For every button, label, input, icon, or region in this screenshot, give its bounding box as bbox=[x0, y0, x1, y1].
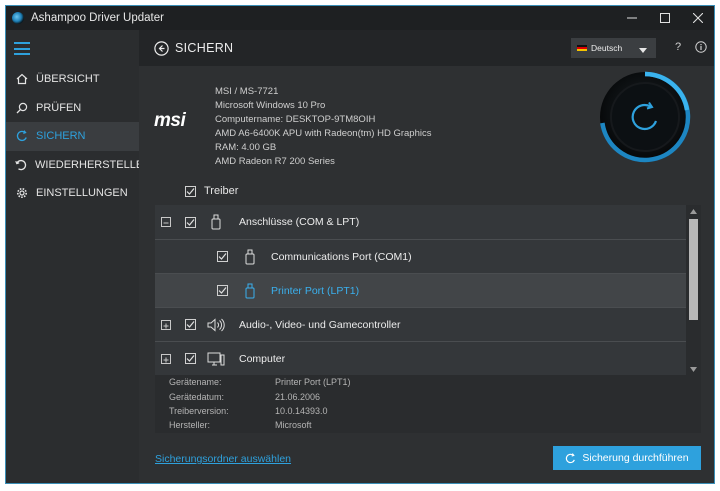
app-window: Ashampoo Driver Updater ÜBERSICHT PRÜFEN… bbox=[5, 5, 715, 484]
info-icon[interactable] bbox=[694, 40, 708, 54]
sidebar-item-label: ÜBERSICHT bbox=[36, 73, 100, 86]
tree-row-computer[interactable]: Computer bbox=[155, 341, 686, 375]
tree-row-label: Computer bbox=[239, 352, 286, 365]
row-checkbox[interactable] bbox=[185, 216, 196, 228]
sidebar-item-wiederherstellen[interactable]: WIEDERHERSTELLEN bbox=[6, 151, 151, 180]
svg-text:msi: msi bbox=[154, 110, 186, 130]
search-icon bbox=[15, 101, 28, 114]
tree-row-label: Audio-, Video- und Gamecontroller bbox=[239, 318, 401, 331]
home-icon bbox=[15, 73, 28, 86]
minimize-icon[interactable] bbox=[615, 6, 648, 30]
detail-value: Microsoft bbox=[275, 420, 312, 430]
language-select[interactable]: Deutsch bbox=[571, 38, 656, 58]
language-label: Deutsch bbox=[591, 43, 623, 53]
msi-logo: msi bbox=[154, 110, 187, 130]
tree-row-label: Communications Port (COM1) bbox=[271, 250, 412, 263]
app-title: Ashampoo Driver Updater bbox=[31, 12, 164, 24]
sidebar-item-uebersicht[interactable]: ÜBERSICHT bbox=[6, 65, 139, 94]
scroll-down-icon[interactable] bbox=[686, 363, 701, 375]
speaker-icon bbox=[207, 316, 225, 334]
system-computer-name: Computername: DESKTOP-9TM8OIH bbox=[215, 114, 376, 126]
detail-key: Gerätename: bbox=[169, 377, 222, 387]
tree-rows: Anschlüsse (COM & LPT) Communications Po… bbox=[155, 205, 686, 375]
detail-key: Gerätedatum: bbox=[169, 392, 225, 402]
sidebar-item-sichern[interactable]: SICHERN bbox=[6, 122, 139, 151]
chevron-down-icon bbox=[639, 45, 647, 57]
scrollbar-thumb[interactable] bbox=[689, 219, 698, 320]
hamburger-icon[interactable] bbox=[14, 42, 30, 55]
row-checkbox[interactable] bbox=[217, 285, 228, 296]
driver-tree: Treiber Anschlüsse (COM & LPT) Communica… bbox=[155, 177, 701, 375]
system-model: MSI / MS-7721 bbox=[215, 86, 279, 97]
detail-device-date: Gerätedatum: 21.06.2006 bbox=[169, 392, 320, 402]
page-title: SICHERN bbox=[175, 41, 234, 55]
sidebar-item-einstellungen[interactable]: EINSTELLUNGEN bbox=[6, 179, 139, 208]
maximize-icon[interactable] bbox=[648, 6, 681, 30]
tree-row-label: Anschlüsse (COM & LPT) bbox=[239, 216, 360, 228]
sidebar-nav: ÜBERSICHT PRÜFEN SICHERN WIEDERHERSTELLE… bbox=[6, 65, 151, 208]
sidebar-item-label: PRÜFEN bbox=[36, 101, 82, 114]
detail-key: Hersteller: bbox=[169, 420, 211, 430]
detail-value: 21.06.2006 bbox=[275, 392, 321, 402]
gear-icon bbox=[15, 187, 28, 200]
help-glyph: ? bbox=[674, 41, 682, 53]
driver-details-panel: Gerätename: Printer Port (LPT1) Geräteda… bbox=[155, 375, 701, 433]
detail-key: Treiberversion: bbox=[169, 406, 229, 416]
system-gpu: AMD Radeon R7 200 Series bbox=[215, 156, 335, 168]
restore-icon bbox=[15, 158, 27, 171]
select-backup-folder-link[interactable]: Sicherungsordner auswählen bbox=[155, 453, 291, 465]
back-arrow-icon[interactable] bbox=[154, 40, 169, 56]
detail-driver-version: Treiberversion: 10.0.14393.0 bbox=[169, 406, 328, 416]
usb-device-icon bbox=[207, 213, 225, 231]
select-all-checkbox[interactable] bbox=[185, 185, 196, 197]
tree-row-audio[interactable]: Audio-, Video- und Gamecontroller bbox=[155, 307, 686, 341]
run-backup-button[interactable]: Sicherung durchführen bbox=[553, 446, 701, 470]
german-flag-icon bbox=[577, 44, 587, 52]
detail-value: 10.0.14393.0 bbox=[275, 406, 328, 416]
detail-device-name: Gerätename: Printer Port (LPT1) bbox=[169, 377, 351, 387]
tree-row-lpt1[interactable]: Printer Port (LPT1) bbox=[155, 273, 686, 307]
help-icon[interactable]: ? bbox=[671, 40, 685, 54]
detail-value: Printer Port (LPT1) bbox=[275, 377, 351, 387]
window-controls bbox=[615, 6, 714, 30]
title-bar: Ashampoo Driver Updater bbox=[6, 6, 714, 30]
system-cpu: AMD A6-6400K APU with Radeon(tm) HD Grap… bbox=[215, 128, 432, 140]
collapse-icon[interactable] bbox=[161, 217, 171, 227]
tree-row-com1[interactable]: Communications Port (COM1) bbox=[155, 239, 686, 273]
system-info-lines: MSI / MS-7721 Microsoft Windows 10 Pro C… bbox=[215, 85, 431, 170]
computer-icon bbox=[207, 350, 225, 368]
sidebar-item-label: EINSTELLUNGEN bbox=[36, 187, 128, 200]
usb-device-icon bbox=[241, 282, 259, 300]
tree-row-label: Printer Port (LPT1) bbox=[271, 284, 360, 297]
main-content: SICHERN Deutsch ? msi MSI / MS-7721 Micr… bbox=[139, 30, 714, 483]
tree-scrollbar[interactable] bbox=[686, 205, 701, 375]
system-ram: RAM: 4.00 GB bbox=[215, 142, 277, 154]
app-logo-icon bbox=[12, 12, 24, 24]
scroll-up-icon[interactable] bbox=[686, 205, 701, 217]
system-os: Microsoft Windows 10 Pro bbox=[215, 100, 326, 112]
refresh-icon bbox=[565, 452, 576, 464]
sidebar-item-label: WIEDERHERSTELLEN bbox=[35, 158, 152, 171]
row-checkbox[interactable] bbox=[185, 319, 196, 330]
tree-header-label: Treiber bbox=[204, 185, 239, 197]
expand-icon[interactable] bbox=[161, 353, 171, 364]
expand-icon[interactable] bbox=[161, 319, 171, 330]
close-icon[interactable] bbox=[681, 6, 714, 30]
row-checkbox[interactable] bbox=[185, 353, 196, 364]
usb-device-icon bbox=[241, 248, 259, 266]
run-backup-label: Sicherung durchführen bbox=[582, 452, 689, 464]
sidebar-item-pruefen[interactable]: PRÜFEN bbox=[6, 94, 139, 123]
tree-row-anschluesse[interactable]: Anschlüsse (COM & LPT) bbox=[155, 205, 686, 239]
tree-header: Treiber bbox=[155, 177, 701, 205]
sidebar: ÜBERSICHT PRÜFEN SICHERN WIEDERHERSTELLE… bbox=[6, 30, 151, 483]
backup-ring-icon[interactable] bbox=[598, 70, 692, 164]
refresh-icon bbox=[15, 130, 28, 143]
main-header: SICHERN Deutsch ? bbox=[139, 30, 714, 66]
sidebar-item-label: SICHERN bbox=[36, 130, 86, 143]
detail-manufacturer: Hersteller: Microsoft bbox=[169, 420, 312, 430]
row-checkbox[interactable] bbox=[217, 251, 228, 262]
